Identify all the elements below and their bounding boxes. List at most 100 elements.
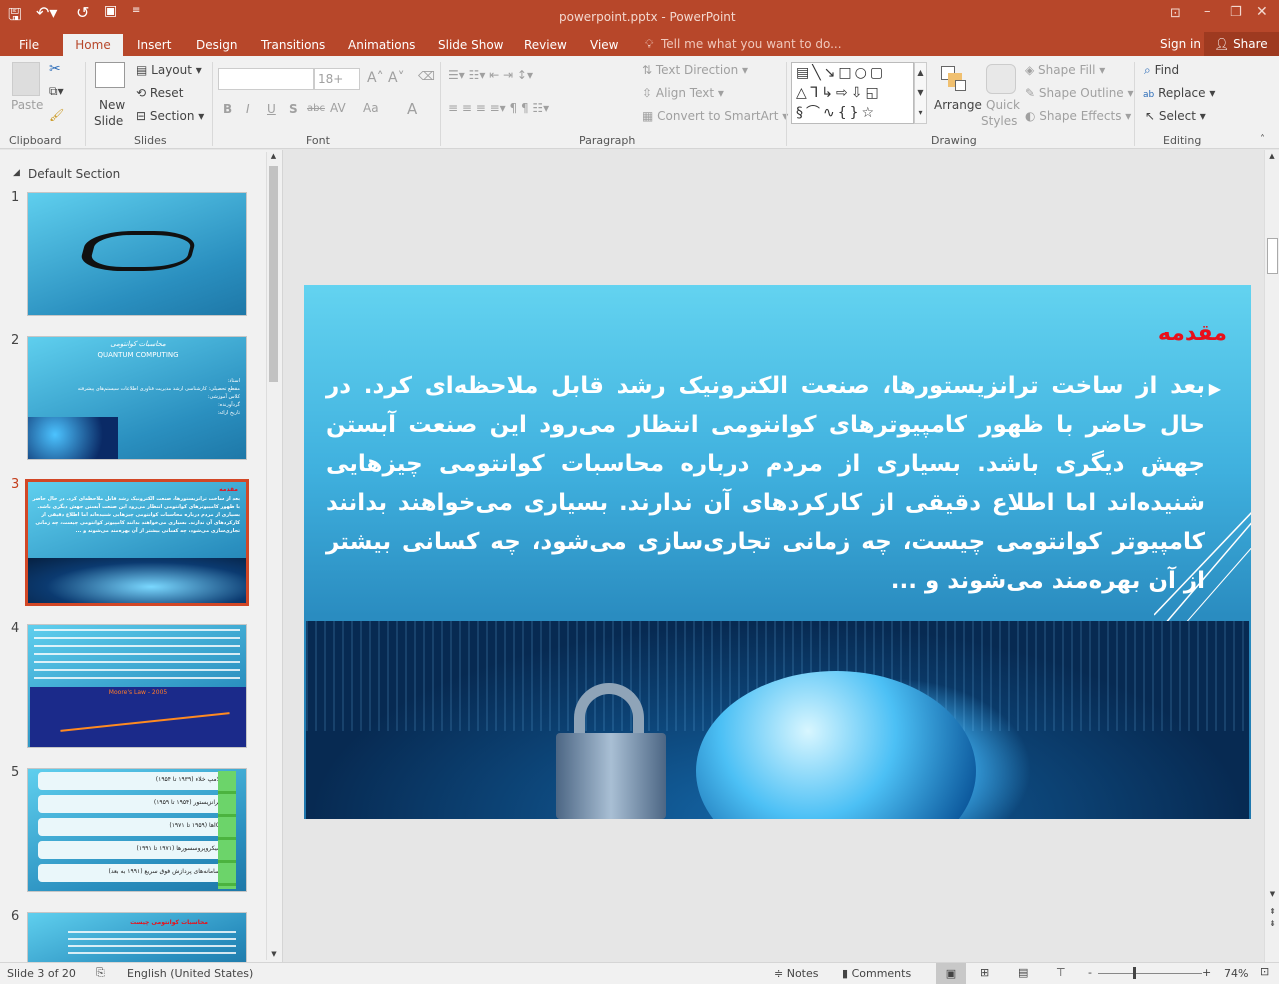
new-slide-button[interactable]: New: [99, 98, 125, 112]
change-case-button[interactable]: Aa: [363, 101, 379, 115]
bullets-icon[interactable]: ☰▾ ☷▾ ⇤ ⇥ ↕▾: [448, 68, 533, 82]
slide-sorter-button[interactable]: ⊞: [980, 966, 989, 979]
comments-button[interactable]: ▮ Comments: [842, 967, 911, 980]
zoom-out-button[interactable]: -: [1088, 966, 1092, 979]
close-icon[interactable]: ✕: [1256, 4, 1268, 20]
redo-icon[interactable]: ↺: [76, 3, 89, 22]
shape-outline-button[interactable]: ✎ Shape Outline ▾: [1025, 86, 1134, 100]
section-collapse-icon[interactable]: ◢: [13, 168, 20, 178]
scrollbar-thumb[interactable]: [1267, 238, 1278, 274]
restore-icon[interactable]: ❐: [1230, 5, 1242, 20]
slide-thumbnail-pane: ◢ Default Section 1 2 محاسبات کوانتومی Q…: [0, 150, 283, 972]
prev-next-slide-buttons[interactable]: ⇞ ⇟: [1265, 906, 1279, 930]
slideshow-button[interactable]: ⊤: [1056, 966, 1066, 979]
start-slideshow-icon[interactable]: ▣: [104, 3, 117, 19]
thumbnail-scrollbar[interactable]: ▲ ▼: [266, 152, 280, 960]
zoom-in-button[interactable]: +: [1202, 966, 1211, 979]
spell-check-icon[interactable]: ⎘: [96, 966, 105, 980]
tab-transitions[interactable]: Transitions: [252, 34, 334, 56]
strikethrough-button[interactable]: abc: [307, 103, 325, 114]
replace-icon: ab: [1143, 90, 1155, 100]
quick-styles-icon[interactable]: [986, 64, 1016, 94]
language-indicator[interactable]: English (United States): [127, 967, 253, 980]
align-icons[interactable]: ≡ ≡ ≡ ≡▾ ¶ ¶ ☷▾: [448, 101, 549, 115]
quick-styles-label[interactable]: Styles: [981, 114, 1017, 128]
slide-number: 2: [11, 333, 20, 348]
text-direction-button[interactable]: ⇅ Text Direction ▾: [642, 63, 748, 77]
lightbulb-icon: 💡︎: [645, 37, 654, 51]
slide-scrollbar[interactable]: ▲ ▼ ⇞ ⇟: [1264, 150, 1279, 962]
quick-styles-button[interactable]: Quick: [986, 98, 1020, 112]
slide-body-text[interactable]: بعد از ساخت ترانزیستورها، صنعت الکترونیک…: [326, 367, 1205, 601]
fit-to-window-icon[interactable]: ⊡: [1260, 965, 1269, 978]
section-header[interactable]: Default Section: [28, 167, 120, 181]
sign-in-link[interactable]: Sign in: [1160, 37, 1201, 51]
select-button[interactable]: ↖ Select ▾: [1145, 109, 1206, 123]
slide-thumbnail-2[interactable]: محاسبات کوانتومی QUANTUM COMPUTING استاد…: [27, 336, 247, 460]
ribbon-display-icon[interactable]: ⊡: [1170, 6, 1181, 21]
slide-thumbnail-5[interactable]: لامپ خلاء (۱۹۳۹ تا ۱۹۵۴) ترانزیستور (۱۹۵…: [27, 768, 247, 892]
slide-thumbnail-3-selected[interactable]: مقدمه بعد از ساخت ترانزیستورها، صنعت الک…: [25, 479, 249, 606]
replace-button[interactable]: ab Replace ▾: [1143, 86, 1215, 100]
slide-number: 1: [11, 190, 20, 205]
tab-animations[interactable]: Animations: [339, 34, 424, 56]
slide-thumbnail-1[interactable]: [27, 192, 247, 316]
shape-effects-button[interactable]: ◐ Shape Effects ▾: [1025, 109, 1131, 123]
padlock-body: [556, 733, 666, 819]
paste-button[interactable]: Paste: [11, 98, 43, 112]
grow-font-icon[interactable]: A˄ A˅: [367, 70, 405, 86]
tab-review[interactable]: Review: [515, 34, 576, 56]
format-painter-icon[interactable]: 🖌︎: [49, 108, 64, 122]
clear-formatting-icon[interactable]: ⌫: [418, 69, 435, 83]
tab-home[interactable]: Home: [63, 34, 123, 56]
undo-icon[interactable]: ↶▾: [36, 3, 57, 22]
cut-icon[interactable]: ✂: [49, 61, 61, 77]
new-slide-button-label[interactable]: Slide: [94, 114, 123, 128]
convert-smartart-button[interactable]: ▦ Convert to SmartArt ▾: [642, 109, 788, 123]
tab-design[interactable]: Design: [187, 34, 246, 56]
italic-button[interactable]: I: [246, 102, 250, 116]
zoom-slider[interactable]: [1098, 973, 1202, 974]
layout-button[interactable]: ▤ Layout ▾: [136, 63, 202, 77]
bold-button[interactable]: B: [223, 102, 232, 116]
font-size-box[interactable]: 18+: [314, 68, 360, 90]
minimize-icon[interactable]: –: [1204, 4, 1211, 19]
zoom-slider-thumb[interactable]: [1133, 967, 1136, 979]
tab-insert[interactable]: Insert: [128, 34, 180, 56]
find-button[interactable]: ⌕ Find: [1144, 63, 1179, 78]
font-name-box[interactable]: [218, 68, 314, 90]
shapes-scroll[interactable]: ▲ ▼ ▾: [914, 62, 927, 124]
share-button[interactable]: 👤︎ Share: [1204, 32, 1279, 56]
new-slide-icon[interactable]: [95, 62, 125, 88]
thumb-title: محاسبات کوانتومی چیست: [130, 919, 208, 926]
slide-thumbnail-4[interactable]: Moore's Law - 2005: [27, 624, 247, 748]
normal-view-button[interactable]: ▣: [936, 963, 966, 984]
shadow-button[interactable]: S: [289, 102, 298, 116]
save-icon[interactable]: 🖫: [8, 4, 22, 31]
align-text-button[interactable]: ⇳ Align Text ▾: [642, 86, 724, 100]
tab-slide-show[interactable]: Slide Show: [429, 34, 512, 56]
scrollbar-thumb[interactable]: [269, 166, 278, 382]
arrange-button[interactable]: Arrange: [934, 98, 982, 112]
reading-view-button[interactable]: ▤: [1018, 966, 1028, 979]
tab-file[interactable]: File: [10, 34, 48, 56]
thumb-text-lines: [34, 629, 240, 683]
zoom-level[interactable]: 74%: [1224, 967, 1248, 980]
section-button[interactable]: ⊟ Section ▾: [136, 109, 204, 123]
char-spacing-button[interactable]: AV: [330, 101, 346, 115]
tell-me-input[interactable]: Tell me what you want to do...: [661, 37, 842, 51]
notes-button[interactable]: ≑ Notes: [774, 967, 819, 980]
copy-icon[interactable]: ⧉▾: [49, 84, 64, 99]
paste-icon[interactable]: [12, 62, 40, 96]
reset-button[interactable]: ⟲ Reset: [136, 86, 183, 100]
font-color-button[interactable]: A: [407, 100, 417, 118]
underline-button[interactable]: U: [267, 102, 276, 116]
customize-qat-icon[interactable]: ≡: [132, 5, 140, 16]
slide-canvas[interactable]: مقدمه ▶ بعد از ساخت ترانزیستورها، صنعت ا…: [304, 285, 1251, 819]
slide-title[interactable]: مقدمه: [1158, 321, 1227, 346]
shape-fill-button[interactable]: ◈ Shape Fill ▾: [1025, 63, 1105, 77]
shapes-gallery[interactable]: ▤╲↘□○▢ △ᒣ↳⇨⇩◱ §⌒∿{}☆: [791, 62, 914, 124]
collapse-ribbon-icon[interactable]: ˄: [1260, 134, 1265, 145]
tab-view[interactable]: View: [581, 34, 627, 56]
thumb-image: [28, 558, 246, 603]
